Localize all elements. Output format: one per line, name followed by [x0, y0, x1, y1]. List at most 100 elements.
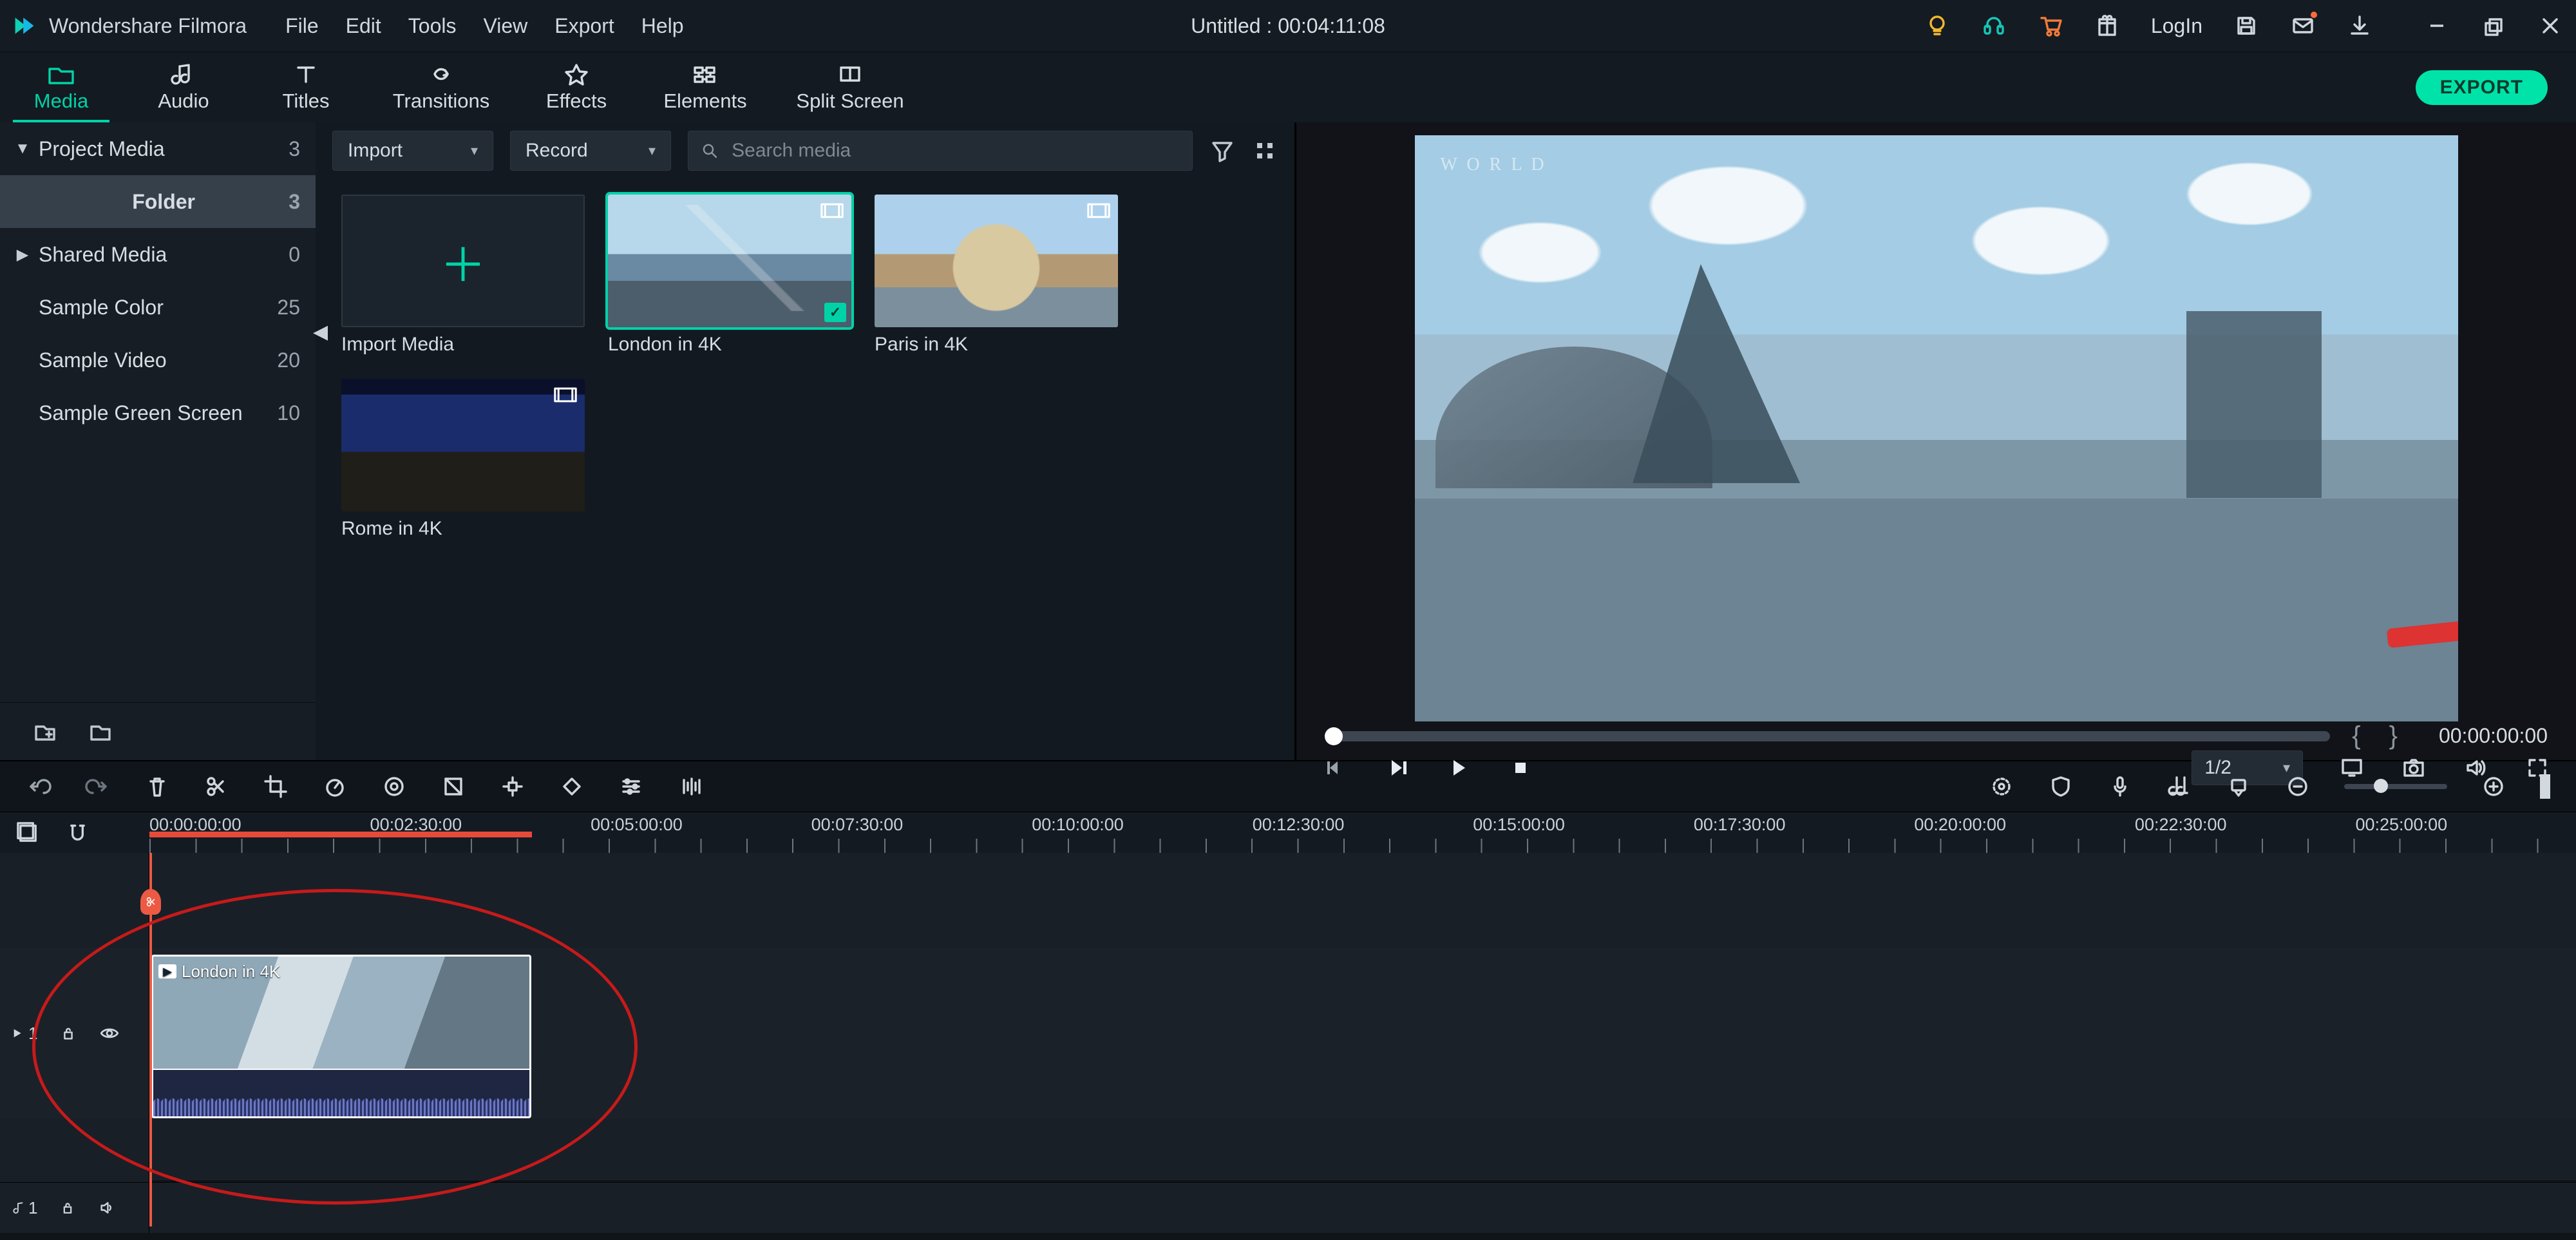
timeline-options-icon[interactable] — [15, 820, 41, 846]
workspace-tabs: Media Audio Titles Transitions Effects E… — [0, 52, 2576, 122]
tab-transitions[interactable]: Transitions — [367, 52, 515, 122]
sidebar-item-sample-green-screen[interactable]: Sample Green Screen10 — [0, 386, 316, 439]
lock-icon[interactable] — [59, 1024, 77, 1042]
fullscreen-icon[interactable] — [2524, 755, 2550, 781]
snapshot-icon[interactable] — [2401, 755, 2427, 781]
track-type-icon: 1 — [12, 1198, 37, 1218]
timeline-ruler[interactable]: 00:00:00:00 00:02:30:00 00:05:00:00 00:0… — [0, 812, 2576, 853]
menu-export[interactable]: Export — [554, 14, 614, 38]
zoom-in-icon[interactable] — [2481, 774, 2506, 799]
support-icon[interactable] — [1981, 13, 2007, 39]
tab-titles[interactable]: Titles — [245, 52, 367, 122]
playhead[interactable] — [149, 853, 152, 1226]
audio-mixer-icon[interactable] — [2166, 774, 2192, 799]
render-icon[interactable] — [1989, 774, 2014, 799]
audio-track[interactable]: 1 — [0, 1182, 2576, 1233]
play-icon[interactable] — [1446, 755, 1472, 781]
message-icon[interactable] — [2290, 13, 2316, 39]
lock-icon[interactable] — [59, 1199, 76, 1216]
tab-split-screen[interactable]: Split Screen — [773, 52, 927, 122]
display-icon[interactable] — [2339, 755, 2365, 781]
motion-tracking-icon[interactable] — [500, 774, 526, 799]
adjust-icon[interactable] — [618, 774, 644, 799]
sidebar-item-sample-video[interactable]: Sample Video20 — [0, 334, 316, 386]
record-dropdown[interactable]: Record▾ — [510, 131, 671, 171]
ruler-label: 00:22:30:00 — [2135, 815, 2356, 835]
search-media-input[interactable] — [688, 131, 1193, 171]
import-dropdown[interactable]: Import▾ — [332, 131, 493, 171]
sidebar-item-folder[interactable]: Folder3 — [0, 175, 316, 228]
preview-scrubber[interactable] — [1325, 731, 2330, 741]
color-icon[interactable] — [381, 774, 407, 799]
ruler-label: 00:25:00:00 — [2355, 815, 2576, 835]
window-minimize-icon[interactable] — [2424, 13, 2450, 39]
menu-view[interactable]: View — [483, 14, 527, 38]
filter-icon[interactable] — [1209, 138, 1235, 164]
save-icon[interactable] — [2233, 13, 2259, 39]
tab-audio[interactable]: Audio — [122, 52, 245, 122]
app-logo-icon — [13, 14, 36, 37]
mute-icon[interactable] — [98, 1200, 116, 1216]
sidebar-item-shared-media[interactable]: ▶Shared Media0 — [0, 228, 316, 281]
tab-label: Media — [34, 90, 88, 113]
sidebar-item-sample-color[interactable]: Sample Color25 — [0, 281, 316, 334]
media-caption: Rome in 4K — [341, 518, 585, 540]
window-restore-icon[interactable] — [2481, 13, 2506, 39]
video-track[interactable]: 1 ▶London in 4K — [0, 948, 2576, 1120]
redo-icon[interactable] — [85, 774, 111, 799]
magnet-icon[interactable] — [65, 820, 90, 846]
split-icon[interactable] — [204, 774, 229, 799]
tips-icon[interactable] — [1924, 13, 1950, 39]
speed-icon[interactable] — [322, 774, 348, 799]
tab-elements[interactable]: Elements — [638, 52, 773, 122]
timeline-clip[interactable]: ▶London in 4K — [151, 955, 531, 1118]
media-item-paris[interactable]: Paris in 4K — [875, 195, 1118, 356]
keyframe-icon[interactable] — [559, 774, 585, 799]
stop-icon[interactable] — [1508, 755, 1533, 781]
step-back-icon[interactable] — [1322, 755, 1348, 781]
clip-waveform — [153, 1069, 529, 1116]
marker-shield-icon[interactable] — [2048, 774, 2074, 799]
preview-canvas[interactable]: W O R L D — [1415, 135, 2458, 721]
audio-adjust-icon[interactable] — [677, 774, 703, 799]
new-folder-icon[interactable] — [32, 719, 58, 745]
play-pause-icon[interactable] — [1384, 755, 1410, 781]
search-icon — [701, 141, 719, 160]
menu-edit[interactable]: Edit — [346, 14, 381, 38]
zoom-out-icon[interactable] — [2285, 774, 2311, 799]
cart-icon[interactable] — [2038, 13, 2063, 39]
timeline[interactable]: 1 ▶London in 4K 1 — [0, 853, 2576, 1233]
eye-icon[interactable] — [99, 1025, 120, 1042]
grid-view-icon[interactable] — [1252, 138, 1278, 164]
media-import-cell[interactable]: ＋ Import Media — [341, 195, 585, 356]
tab-media[interactable]: Media — [0, 52, 122, 122]
media-item-london[interactable]: ✓ London in 4K — [608, 195, 851, 356]
green-screen-icon[interactable] — [440, 774, 466, 799]
delete-icon[interactable] — [144, 774, 170, 799]
menu-file[interactable]: File — [285, 14, 319, 38]
tab-label: Audio — [158, 90, 209, 113]
media-item-rome[interactable]: Rome in 4K — [341, 379, 585, 540]
crop-icon[interactable] — [263, 774, 289, 799]
tab-effects[interactable]: Effects — [515, 52, 638, 122]
voiceover-icon[interactable] — [2107, 774, 2133, 799]
undo-icon[interactable] — [26, 774, 52, 799]
ruler-label: 00:20:00:00 — [1914, 815, 2135, 835]
open-folder-icon[interactable] — [88, 719, 113, 745]
mark-in-icon[interactable]: { — [2345, 721, 2367, 750]
login-button[interactable]: LogIn — [2151, 14, 2202, 38]
zoom-slider[interactable] — [2344, 784, 2447, 789]
gift-icon[interactable] — [2094, 13, 2120, 39]
menu-tools[interactable]: Tools — [408, 14, 457, 38]
ruler-label: 00:17:30:00 — [1694, 815, 1915, 835]
menu-help[interactable]: Help — [641, 14, 684, 38]
collapse-sidebar-icon[interactable]: ◀ — [313, 321, 328, 343]
mark-out-icon[interactable]: } — [2383, 721, 2404, 750]
ruler-label: 00:15:00:00 — [1473, 815, 1694, 835]
search-input[interactable] — [730, 139, 1180, 162]
export-button[interactable]: EXPORT — [2416, 70, 2548, 105]
window-close-icon[interactable] — [2537, 13, 2563, 39]
marker-icon[interactable] — [2226, 774, 2251, 799]
download-icon[interactable] — [2347, 13, 2372, 39]
sidebar-item-project-media[interactable]: ▼Project Media3 — [0, 122, 316, 175]
